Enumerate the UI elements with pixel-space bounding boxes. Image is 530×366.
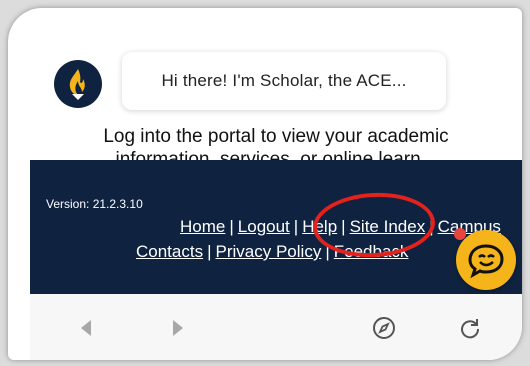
version-label: Version: 21.2.3.10 xyxy=(46,197,143,211)
browser-viewport: Hi there! I'm Scholar, the ACE... Log in… xyxy=(30,30,522,360)
footer-link-logout[interactable]: Logout xyxy=(238,217,290,236)
link-separator: | xyxy=(207,242,212,261)
compass-icon xyxy=(373,317,395,339)
link-separator: | xyxy=(293,217,299,236)
screenshot-frame: Hi there! I'm Scholar, the ACE... Log in… xyxy=(8,8,522,360)
reload-button[interactable] xyxy=(458,316,482,340)
compass-button[interactable] xyxy=(372,316,396,340)
footer-link-contacts[interactable]: Contacts xyxy=(136,242,203,261)
footer-link-home[interactable]: Home xyxy=(180,217,225,236)
chat-launcher-button[interactable] xyxy=(456,230,516,290)
footer-link-privacy-policy[interactable]: Privacy Policy xyxy=(216,242,322,261)
reload-icon xyxy=(461,319,480,339)
intro-text-line1: Log into the portal to view your academi… xyxy=(103,126,449,147)
chat-greeting-text: Hi there! I'm Scholar, the ACE... xyxy=(161,71,407,90)
scholar-logo xyxy=(54,60,102,108)
link-separator: | xyxy=(229,217,234,236)
site-footer: Version: 21.2.3.10 Home | Logout | Help | Site… xyxy=(30,160,522,294)
forward-icon xyxy=(173,320,183,336)
back-button[interactable] xyxy=(74,316,98,340)
browser-toolbar xyxy=(30,294,522,360)
chat-face-icon xyxy=(468,244,504,278)
flame-icon xyxy=(69,69,85,100)
notification-dot xyxy=(454,228,466,240)
chat-greeting-bubble[interactable]: Hi there! I'm Scholar, the ACE... xyxy=(122,52,446,110)
forward-button[interactable] xyxy=(166,316,190,340)
footer-links-row2: Contacts | Privacy Policy | Feedback xyxy=(30,242,522,262)
footer-links-row1: Home | Logout | Help | Site Index | Campus xyxy=(30,217,522,237)
back-icon xyxy=(81,320,91,336)
